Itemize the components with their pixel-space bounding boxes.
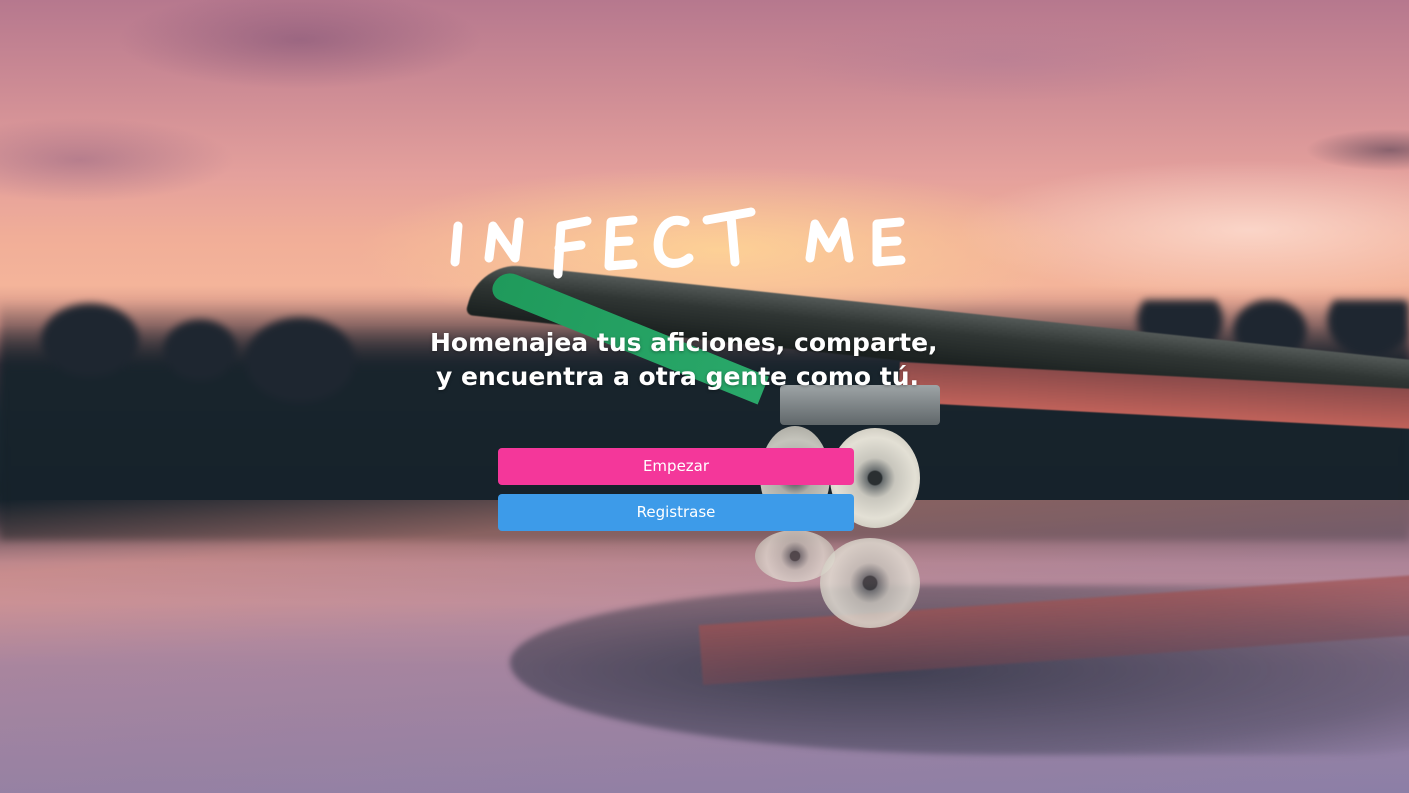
landing-page: Homenajea tus aficiones, comparte, y enc…	[0, 0, 1409, 793]
hero: Homenajea tus aficiones, comparte, y enc…	[0, 0, 1409, 793]
logo-wordmark	[450, 207, 906, 279]
tagline-line-1: Homenajea tus aficiones, comparte,	[430, 328, 938, 357]
tagline: Homenajea tus aficiones, comparte, y enc…	[430, 326, 938, 394]
register-button[interactable]: Registrase	[498, 494, 854, 531]
start-button[interactable]: Empezar	[498, 448, 854, 485]
tagline-line-2: y encuentra a otra gente como tú.	[435, 362, 919, 391]
logo	[445, 196, 915, 280]
